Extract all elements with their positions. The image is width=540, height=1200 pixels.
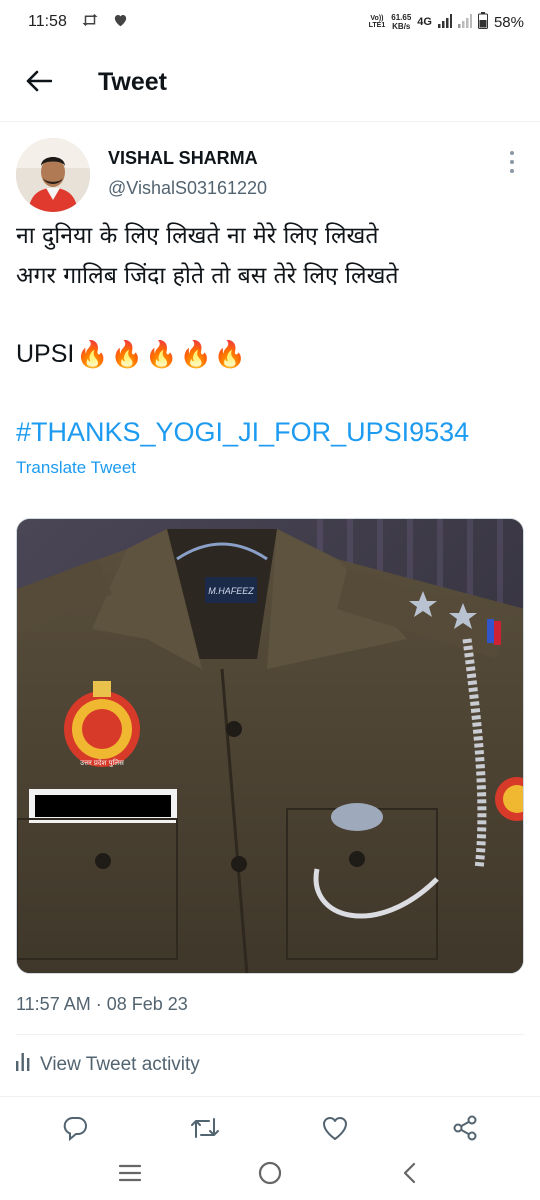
signal-weak-icon xyxy=(457,13,472,31)
view-tweet-activity[interactable]: View Tweet activity xyxy=(16,1050,200,1080)
tweet-media-image[interactable]: M.HAFEEZ उत्तर प्रदेश पुलिस xyxy=(16,518,524,974)
page-title: Tweet xyxy=(98,68,167,96)
chevron-left-icon xyxy=(401,1161,419,1189)
arrow-left-icon xyxy=(26,70,53,96)
fire-icon: 🔥 xyxy=(179,339,212,369)
vertical-dots-icon xyxy=(510,169,514,173)
home-button[interactable] xyxy=(248,1153,292,1197)
share-button[interactable] xyxy=(443,1108,487,1152)
status-left: 11:58 xyxy=(28,12,128,33)
back-button[interactable] xyxy=(16,60,62,106)
status-time: 11:58 xyxy=(28,13,67,30)
status-bar: 11:58 Vo)) LTE1 61.65 KB/s 4G 58% xyxy=(0,0,540,44)
more-options-button[interactable] xyxy=(504,148,520,176)
retweet-button[interactable] xyxy=(183,1108,227,1152)
tweet-author: VISHAL SHARMA @VishalS03161220 xyxy=(16,136,524,212)
app-header: Tweet xyxy=(0,44,540,122)
tweet-line-1: ना दुनिया के लिए लिखते ना मेरे लिए लिखते xyxy=(16,223,379,249)
badge-text: उत्तर प्रदेश पुलिस xyxy=(80,758,124,767)
avatar[interactable] xyxy=(16,138,90,212)
signal-icon xyxy=(437,13,452,31)
fire-emojis: 🔥 🔥 🔥 🔥 🔥 xyxy=(76,334,246,374)
network-type: 4G xyxy=(417,16,432,28)
speed-value: 61.65 xyxy=(391,13,412,22)
comment-icon xyxy=(61,1114,89,1146)
tweet-text: ना दुनिया के लिए लिखते ना मेरे लिए लिखते… xyxy=(16,216,526,296)
translate-tweet-link[interactable]: Translate Tweet xyxy=(16,458,136,478)
fire-icon: 🔥 xyxy=(110,339,144,369)
label-text: M.HAFEEZ xyxy=(208,586,254,596)
fire-icon: 🔥 xyxy=(145,339,178,369)
system-nav-bar xyxy=(0,1150,540,1200)
system-back-button[interactable] xyxy=(388,1153,432,1197)
fire-icon: 🔥 xyxy=(213,339,247,369)
retweet-notification-icon xyxy=(81,12,99,33)
volte-indicator: Vo)) LTE1 xyxy=(369,15,386,29)
heart-icon xyxy=(321,1115,349,1145)
tweet-line-2: अगर गालिब जिंदा होते तो बस तेरे लिए लिखत… xyxy=(16,263,399,289)
vertical-dots-icon xyxy=(510,151,514,155)
share-icon xyxy=(451,1114,479,1146)
battery-icon xyxy=(477,12,488,32)
tweet-actions xyxy=(0,1108,540,1152)
network-speed: 61.65 KB/s xyxy=(391,13,411,31)
hashtag-link[interactable]: #THANKS_YOGI_JI_FOR_UPSI9534 xyxy=(16,412,469,452)
upsi-text: UPSI xyxy=(16,340,75,368)
volte-top: Vo)) xyxy=(370,15,384,22)
divider xyxy=(0,1096,540,1097)
tweet-upsi-line: UPSI 🔥 🔥 🔥 🔥 🔥 xyxy=(16,334,246,374)
reply-button[interactable] xyxy=(53,1108,97,1152)
battery-percent: 58% xyxy=(493,13,524,31)
bar-chart-icon xyxy=(16,1053,30,1077)
heart-notification-icon xyxy=(113,13,128,32)
activity-label: View Tweet activity xyxy=(40,1054,200,1075)
vertical-dots-icon xyxy=(510,160,514,164)
author-name[interactable]: VISHAL SHARMA xyxy=(108,148,258,169)
tweet-timestamp: 11:57 AM · 08 Feb 23 xyxy=(16,994,188,1014)
status-right: Vo)) LTE1 61.65 KB/s 4G 58% xyxy=(369,12,524,32)
fire-icon: 🔥 xyxy=(76,339,109,369)
author-handle[interactable]: @VishalS03161220 xyxy=(108,178,267,199)
recent-apps-button[interactable] xyxy=(108,1153,152,1197)
volte-bottom: LTE1 xyxy=(368,22,386,29)
retweet-icon xyxy=(190,1115,220,1145)
speed-unit: KB/s xyxy=(392,22,411,31)
like-button[interactable] xyxy=(313,1108,357,1152)
menu-lines-icon xyxy=(118,1164,142,1186)
circle-icon xyxy=(257,1160,283,1190)
divider xyxy=(16,1034,524,1035)
